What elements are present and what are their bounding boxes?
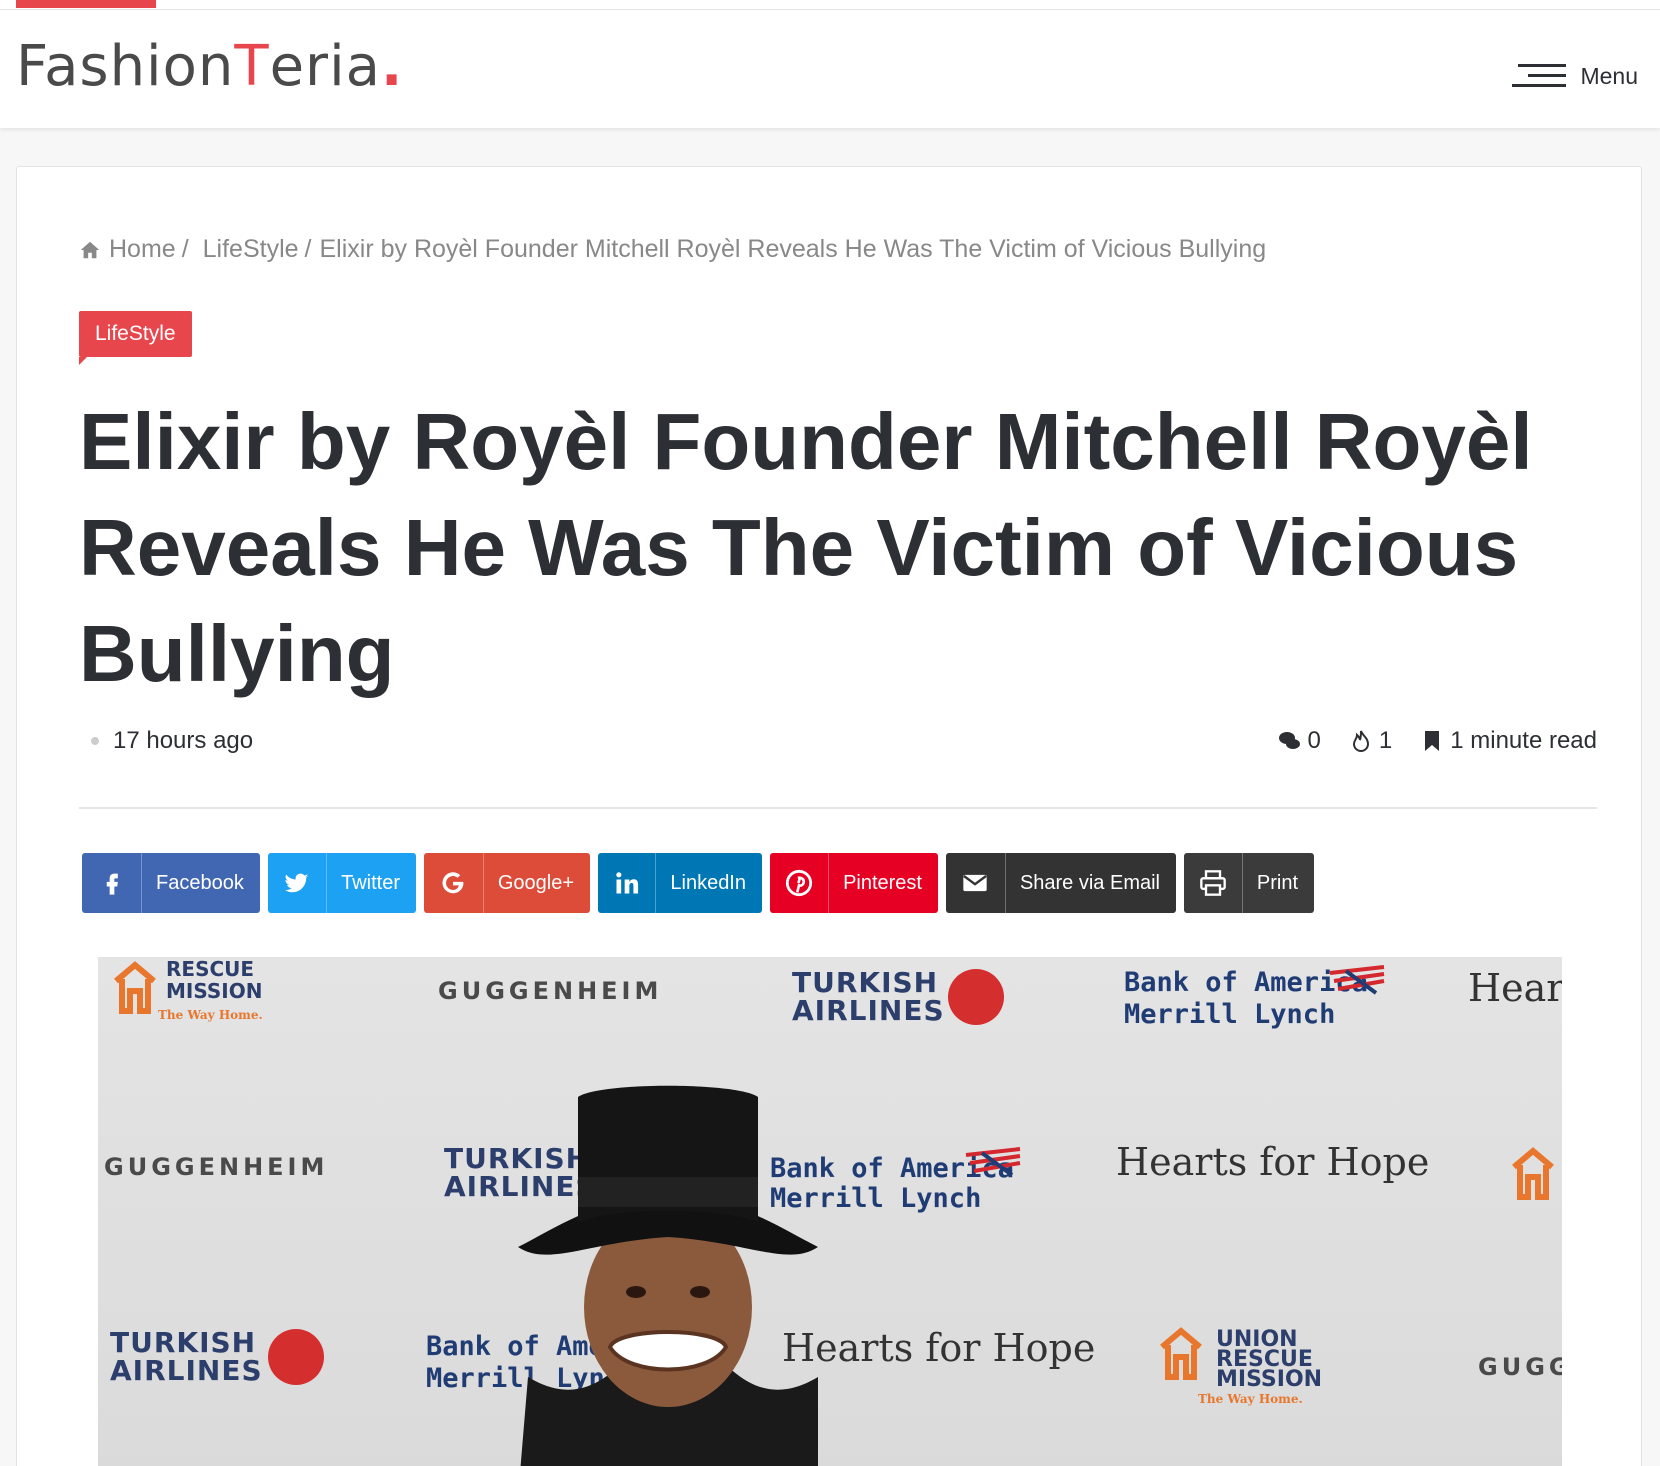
breadcrumb: Home / LifeStyle / Elixir by Royèl Found…: [79, 235, 1266, 264]
turkish-airlines-logo-icon: [268, 1329, 324, 1385]
article-featured-image: RESCUE MISSION The Way Home. GUGGENHEIM …: [98, 957, 1562, 1466]
meta-divider: [79, 807, 1597, 809]
logo-text-fashion: Fashion: [16, 34, 235, 99]
comments-icon: [1278, 732, 1300, 749]
share-googleplus-label: Google+: [497, 871, 574, 894]
sponsor-guggenheim-cut: GUGG: [1478, 1353, 1562, 1381]
sponsor-hearts: Hearts for Hope: [1116, 1140, 1430, 1184]
boa-flag-icon: [965, 1147, 1021, 1177]
breadcrumb-separator: /: [304, 235, 312, 263]
sponsor-turkish-line1: TURKISH: [792, 966, 939, 999]
menu-label: Menu: [1580, 62, 1638, 89]
share-linkedin-button[interactable]: LinkedIn: [598, 853, 762, 913]
read-time: 1 minute read: [1420, 727, 1597, 755]
sponsor-urm-line2: RESCUE: [166, 957, 255, 981]
sponsor-hearts: Hearts for Hope: [782, 1326, 1096, 1370]
dot-icon: [91, 737, 99, 745]
sponsor-turkish-line2: AIRLINES: [792, 994, 945, 1027]
share-pinterest-label: Pinterest: [843, 871, 922, 894]
logo-text-eria: eria: [269, 34, 381, 99]
sponsor-boa-line2: Merrill Lynch: [1124, 999, 1336, 1030]
post-stats: 0 1 1 minute read: [1278, 727, 1597, 755]
sponsor-guggenheim: GUGGENHEIM: [104, 1153, 329, 1181]
post-time-ago: 17 hours ago: [113, 727, 254, 754]
print-label: Print: [1256, 871, 1298, 894]
hamburger-icon: [1512, 61, 1567, 91]
breadcrumb-category-link[interactable]: LifeStyle: [203, 235, 299, 264]
comments-number: 0: [1307, 727, 1321, 754]
turkish-airlines-logo-icon: [948, 969, 1004, 1025]
sponsor-urm-tagline: The Way Home.: [1198, 1392, 1303, 1406]
sponsor-urm-line3: MISSION: [166, 979, 263, 1003]
share-buttons: Facebook Twitter Google+ LinkedIn Pinter…: [82, 853, 1314, 913]
breadcrumb-home-link[interactable]: Home: [109, 235, 176, 264]
sponsor-guggenheim: GUGGENHEIM: [438, 977, 663, 1005]
views-count: 1: [1349, 727, 1392, 755]
article-title: Elixir by Royèl Founder Mitchell Royèl R…: [79, 397, 1533, 698]
envelope-icon: [946, 853, 1006, 913]
share-email-label: Share via Email: [1019, 871, 1160, 894]
pinterest-icon: [770, 853, 830, 913]
post-meta: 17 hours ago 0 1 1 minute read: [79, 727, 1597, 763]
sponsor-turkish-line1: TURKISH: [110, 1326, 257, 1359]
share-facebook-button[interactable]: Facebook: [82, 853, 260, 913]
site-header: Fashion Teria. Menu: [0, 10, 1660, 128]
union-rescue-mission-logo-icon: [1512, 1147, 1554, 1200]
share-twitter-button[interactable]: Twitter: [268, 853, 416, 913]
sponsor-hearts-cut: Heart: [1468, 966, 1562, 1010]
share-pinterest-button[interactable]: Pinterest: [770, 853, 938, 913]
twitter-icon: [268, 853, 328, 913]
printer-icon: [1184, 853, 1243, 913]
union-rescue-mission-logo-icon: [1160, 1327, 1202, 1380]
site-logo[interactable]: Fashion Teria.: [16, 34, 403, 114]
share-facebook-label: Facebook: [156, 871, 244, 894]
sponsor-urm-tagline: The Way Home.: [158, 1008, 263, 1022]
logo-dot: .: [380, 34, 404, 99]
share-linkedin-label: LinkedIn: [670, 871, 746, 894]
linkedin-icon: [598, 853, 657, 913]
read-time-text: 1 minute read: [1450, 727, 1597, 754]
union-rescue-mission-logo-icon: [114, 961, 156, 1014]
fire-icon: [1352, 730, 1369, 752]
breadcrumb-separator: /: [181, 235, 189, 263]
share-googleplus-button[interactable]: Google+: [424, 853, 590, 913]
views-number: 1: [1378, 727, 1393, 754]
breadcrumb-current: Elixir by Royèl Founder Mitchell Royèl R…: [319, 235, 1267, 263]
menu-button[interactable]: Menu: [1512, 56, 1638, 96]
share-twitter-label: Twitter: [341, 871, 400, 894]
bookmark-icon: [1425, 731, 1440, 751]
facebook-icon: [82, 853, 142, 913]
sponsor-turkish-line2: AIRLINES: [110, 1354, 263, 1387]
category-tag[interactable]: LifeStyle: [79, 311, 192, 365]
person-in-top-hat-photo: [518, 1085, 818, 1466]
post-date: 17 hours ago: [91, 727, 253, 755]
boa-flag-icon: [1329, 965, 1385, 995]
top-bar: [0, 0, 1660, 10]
print-button[interactable]: Print: [1184, 853, 1314, 913]
home-icon: [80, 241, 100, 258]
sponsor-urm-line3: MISSION: [1216, 1367, 1323, 1392]
article-container: Home / LifeStyle / Elixir by Royèl Found…: [16, 166, 1642, 1466]
logo-text-t: T: [234, 34, 270, 99]
share-email-button[interactable]: Share via Email: [946, 853, 1176, 913]
comments-count[interactable]: 0: [1278, 727, 1321, 755]
google-icon: [424, 853, 484, 913]
top-accent-bar: [16, 0, 156, 8]
